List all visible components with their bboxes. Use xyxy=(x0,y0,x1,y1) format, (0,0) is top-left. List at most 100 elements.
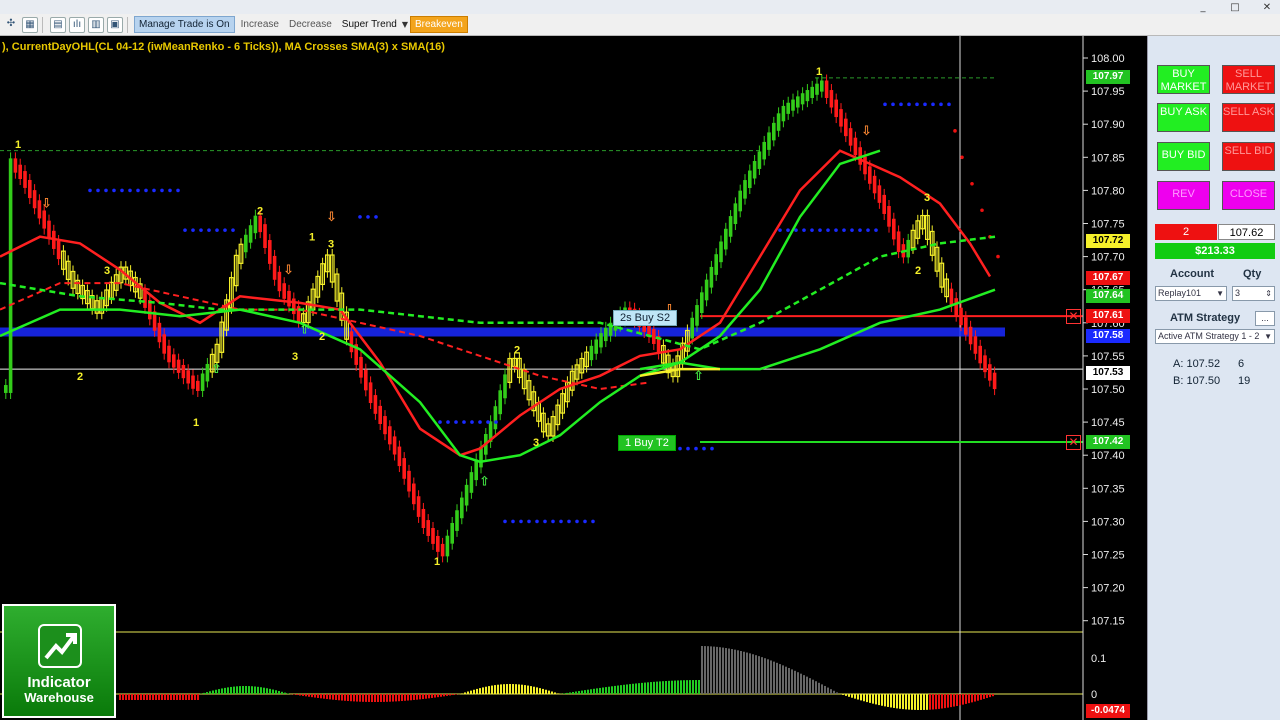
bars-icon[interactable]: ▤ xyxy=(50,16,66,33)
trend-dot xyxy=(438,420,442,424)
oscillator-value-tag: -0.0474 xyxy=(1086,704,1130,718)
trend-dot xyxy=(358,215,362,219)
trend-dot xyxy=(686,446,690,451)
renko-bar xyxy=(853,137,858,156)
sell-market-button[interactable]: SELL MARKET xyxy=(1222,65,1275,94)
trend-dot xyxy=(543,519,547,524)
renko-bar xyxy=(421,508,426,529)
renko-bar xyxy=(205,363,210,382)
super-trend-button[interactable]: Super Trend xyxy=(338,17,401,32)
close-position-button[interactable]: CLOSE xyxy=(1222,181,1275,210)
target-price-tag: 107.42 xyxy=(1086,435,1130,449)
renko-bar xyxy=(28,179,32,199)
trend-dot xyxy=(907,102,911,107)
green-line-tag: 107.64 xyxy=(1086,289,1130,303)
target-order-label[interactable]: 1 Buy T2 xyxy=(618,435,676,451)
swing-count-label: 1 xyxy=(434,556,440,568)
trend-dot xyxy=(112,188,116,193)
trend-dot xyxy=(842,228,846,232)
renko-bar xyxy=(258,215,262,233)
manage-trade-button[interactable]: Manage Trade is On xyxy=(134,16,235,33)
renko-bar xyxy=(397,446,402,467)
indicator-warehouse-logo: Indicator Warehouse xyxy=(2,604,116,718)
increase-button[interactable]: Increase xyxy=(237,17,283,32)
trend-dot xyxy=(494,420,498,424)
renko-bar xyxy=(47,220,51,239)
strategies-icon[interactable]: ▥ xyxy=(88,16,104,33)
renko-bar xyxy=(368,382,373,404)
quantity-stepper[interactable]: 3 ⇕ xyxy=(1232,286,1275,301)
logo-text-line2: Warehouse xyxy=(24,690,94,705)
buy-ask-button[interactable]: BUY ASK xyxy=(1157,103,1210,132)
trend-dot xyxy=(850,228,854,232)
renko-bar xyxy=(700,292,704,314)
renko-bar xyxy=(978,345,982,364)
renko-bar xyxy=(709,266,714,288)
renko-bar xyxy=(268,240,272,264)
trend-dot xyxy=(810,228,814,232)
atm-settings-button[interactable]: ... xyxy=(1255,311,1275,326)
decrease-button[interactable]: Decrease xyxy=(285,17,336,32)
chevron-down-icon: ▼ xyxy=(1264,332,1272,341)
reverse-button[interactable]: REV xyxy=(1157,181,1210,210)
atm-strategy-select[interactable]: Active ATM Strategy 1 - 2 ▼ xyxy=(1155,329,1275,344)
trend-dot xyxy=(160,188,164,193)
renko-bar xyxy=(277,271,282,292)
sell-ask-button[interactable]: SELL ASK xyxy=(1222,103,1275,132)
close-button[interactable]: ✕ xyxy=(1258,2,1276,13)
renko-bar xyxy=(157,322,162,343)
indicators-icon[interactable]: ılı xyxy=(69,16,85,33)
trend-dot xyxy=(883,102,887,107)
trend-dot xyxy=(215,228,219,232)
buy-market-button[interactable]: BUY MARKET xyxy=(1157,65,1210,94)
toolbar-divider xyxy=(127,16,128,33)
trend-dot xyxy=(503,519,507,524)
restore-button[interactable]: □ xyxy=(1226,2,1244,13)
renko-bar xyxy=(738,190,742,212)
minimize-button[interactable]: _ xyxy=(1194,2,1212,13)
renko-bar xyxy=(882,194,886,214)
renko-bar xyxy=(464,484,469,506)
swing-count-label: 2 xyxy=(77,371,83,383)
renko-bar xyxy=(762,141,766,160)
renko-bar xyxy=(690,317,694,339)
crosshair-icon[interactable]: ✣ xyxy=(3,17,19,33)
renko-bar xyxy=(992,372,997,390)
price-chart[interactable]: 112133213223132⇩⇩⇩⇩⇩⇧⇧⇧⇧ 108.00107.95107… xyxy=(0,36,1147,720)
stop-order-label[interactable]: 2s Buy S2 xyxy=(613,310,678,326)
cancel-stop-order-icon[interactable]: ✕ xyxy=(1066,309,1081,324)
trend-dot xyxy=(826,228,830,232)
swing-count-label: 3 xyxy=(104,265,110,277)
renko-bar xyxy=(474,459,478,481)
swing-count-label: 3 xyxy=(533,437,539,449)
account-label: Account xyxy=(1170,268,1214,280)
chart-type-icon[interactable]: ▦ xyxy=(22,16,38,33)
yellow-line-tag: 107.72 xyxy=(1086,234,1130,248)
price-tick-label: 108.00 xyxy=(1091,53,1125,65)
renko-bar xyxy=(13,158,18,173)
trend-dot xyxy=(559,519,563,524)
trend-dot xyxy=(120,188,124,193)
trend-dot xyxy=(931,102,935,107)
properties-icon[interactable]: ▣ xyxy=(107,16,123,33)
cancel-target-order-icon[interactable]: ✕ xyxy=(1066,435,1081,450)
renko-bar xyxy=(887,206,891,227)
account-select[interactable]: Replay101 ▼ xyxy=(1155,286,1227,301)
red-line-tag: 107.67 xyxy=(1086,271,1130,285)
sell-bid-button[interactable]: SELL BID xyxy=(1222,142,1275,171)
renko-bar xyxy=(42,210,46,229)
trend-dot xyxy=(486,420,490,424)
renko-bar xyxy=(8,158,13,393)
renko-bar xyxy=(815,83,819,95)
buy-arrow-icon: ⇧ xyxy=(693,369,704,384)
renko-bar xyxy=(253,215,258,234)
renko-bar xyxy=(820,80,824,92)
buy-bid-button[interactable]: BUY BID xyxy=(1157,142,1210,171)
breakeven-button[interactable]: Breakeven xyxy=(409,16,468,33)
chevron-down-icon[interactable]: ▼ xyxy=(402,20,408,29)
renko-bar xyxy=(469,472,474,493)
spinner-icon: ⇕ xyxy=(1265,289,1272,298)
chart-toolbar: ✣ ▦ ▤ ılı ▥ ▣ Manage Trade is On Increas… xyxy=(0,14,1280,36)
price-tick-label: 107.70 xyxy=(1091,252,1125,264)
trend-dot xyxy=(88,188,92,193)
